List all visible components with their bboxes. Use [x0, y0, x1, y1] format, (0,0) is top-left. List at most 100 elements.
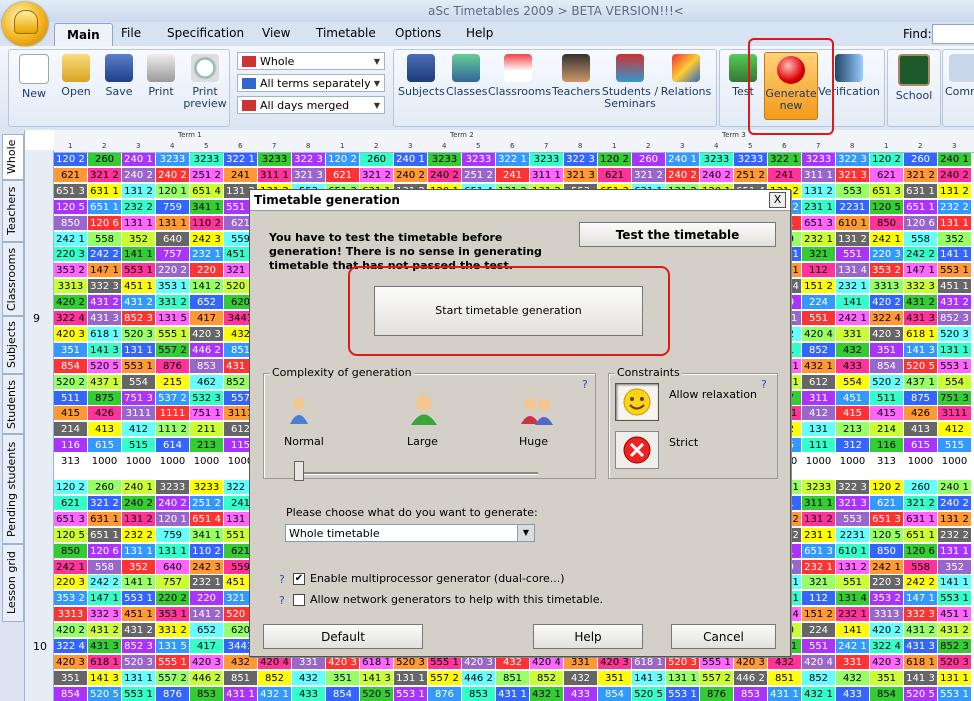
timetable-cell[interactable]: 322 4	[54, 639, 88, 654]
timetable-cell[interactable]: 1000 1	[88, 454, 122, 470]
timetable-cell[interactable]: 321 3	[836, 167, 870, 183]
timetable-cell[interactable]: 553	[836, 183, 870, 199]
timetable-cell[interactable]: 352	[938, 559, 972, 575]
timetable-cell[interactable]: 131 2	[938, 511, 972, 527]
timetable-cell[interactable]: 433	[836, 686, 870, 701]
find-input[interactable]	[932, 24, 974, 44]
timetable-cell[interactable]: 431 1	[496, 686, 530, 701]
timetable-cell[interactable]: 232 1	[836, 607, 870, 623]
timetable-cell[interactable]: 232 1	[802, 231, 836, 247]
tab-specification[interactable]: Specification	[167, 26, 244, 40]
timetable-cell[interactable]: 515	[938, 438, 972, 454]
timetable-cell[interactable]: 554	[836, 374, 870, 390]
timetable-cell[interactable]: 3233 2	[190, 152, 224, 167]
timetable-cell[interactable]: 240 1	[666, 152, 700, 167]
timetable-cell[interactable]: 651 4	[190, 511, 224, 527]
tab-main[interactable]: Main	[54, 23, 113, 46]
timetable-cell[interactable]: 553 1	[666, 686, 700, 701]
timetable-cell[interactable]: 558	[904, 559, 938, 575]
timetable-cell[interactable]: 520 2	[54, 374, 88, 390]
timetable-cell[interactable]: 854	[598, 686, 632, 701]
test-timetable-button[interactable]: Test the timetable	[579, 222, 776, 247]
timetable-cell[interactable]: 551	[802, 639, 836, 654]
timetable-cell[interactable]: 353 2	[870, 591, 904, 607]
timetable-cell[interactable]: 612	[802, 374, 836, 390]
timetable-cell[interactable]: 131 1	[122, 215, 156, 231]
timetable-cell[interactable]: 520 3	[394, 654, 428, 670]
timetable-cell[interactable]: 420 3	[54, 326, 88, 342]
subjects-button[interactable]: Subjects	[398, 54, 445, 98]
timetable-cell[interactable]: 352	[938, 231, 972, 247]
timetable-cell[interactable]: 131 5	[156, 311, 190, 326]
timetable-cell[interactable]: 876	[700, 686, 734, 701]
timetable-cell[interactable]: 851	[224, 670, 258, 686]
timetable-cell[interactable]: 432 1	[530, 686, 564, 701]
timetable-cell[interactable]: 520 2	[870, 374, 904, 390]
timetable-cell[interactable]: 260	[88, 480, 122, 495]
timetable-cell[interactable]: 116	[54, 438, 88, 454]
classes-button[interactable]: Classes	[446, 54, 487, 98]
timetable-cell[interactable]: 240 2	[428, 167, 462, 183]
timetable-cell[interactable]: 131 1	[394, 670, 428, 686]
timetable-cell[interactable]: 321 2	[88, 495, 122, 511]
timetable-cell[interactable]: 558	[88, 559, 122, 575]
timetable-cell[interactable]: 131	[802, 422, 836, 438]
timetable-cell[interactable]: 141 1	[938, 247, 972, 263]
timetable-cell[interactable]: 120 1	[156, 511, 190, 527]
timetable-cell[interactable]: 3233 1	[700, 152, 734, 167]
timetable-cell[interactable]: 618 1	[88, 326, 122, 342]
timetable-cell[interactable]: 412	[938, 422, 972, 438]
timetable-cell[interactable]: 621	[326, 167, 360, 183]
timetable-cell[interactable]: 3233 2	[258, 152, 292, 167]
timetable-cell[interactable]: 553 1	[938, 686, 972, 701]
timetable-cell[interactable]: 353 1	[156, 607, 190, 623]
timetable-cell[interactable]: 1000 6	[802, 454, 836, 470]
timetable-cell[interactable]: 232 2	[122, 199, 156, 215]
timetable-cell[interactable]: 242 1	[54, 559, 88, 575]
timetable-cell[interactable]: 751 1	[190, 406, 224, 422]
timetable-cell[interactable]: 852 3	[938, 639, 972, 654]
timetable-cell[interactable]: 555 1	[156, 654, 190, 670]
timetable-cell[interactable]: 520 5	[904, 358, 938, 374]
timetable-cell[interactable]: 420 3	[870, 654, 904, 670]
timetable-cell[interactable]: 131 1	[156, 215, 190, 231]
timetable-cell[interactable]: 1000	[836, 454, 870, 470]
timetable-cell[interactable]: 431 3	[88, 311, 122, 326]
timetable-cell[interactable]: 420 3	[870, 326, 904, 342]
timetable-cell[interactable]: 321 2	[360, 167, 394, 183]
network-help-icon[interactable]: ?	[279, 594, 285, 607]
timetable-cell[interactable]: 131 1	[938, 543, 972, 559]
timetable-cell[interactable]: 141 2	[190, 607, 224, 623]
timetable-cell[interactable]: 553	[836, 511, 870, 527]
timetable-cell[interactable]: 553 1	[122, 263, 156, 279]
timetable-cell[interactable]: 220 3	[870, 575, 904, 591]
timetable-cell[interactable]: 242 1	[54, 231, 88, 247]
timetable-cell[interactable]: 854	[54, 358, 88, 374]
timetable-cell[interactable]: 131 2	[122, 183, 156, 199]
timetable-cell[interactable]: 141 3	[904, 342, 938, 358]
timetable-cell[interactable]: 3111 3	[122, 406, 156, 422]
timetable-cell[interactable]: 313	[870, 454, 904, 470]
timetable-cell[interactable]: 520 5	[632, 686, 666, 701]
timetable-cell[interactable]: 520 5	[904, 686, 938, 701]
timetable-cell[interactable]: 432	[768, 654, 802, 670]
timetable-cell[interactable]: 557 2	[156, 670, 190, 686]
complexity-slider-track[interactable]	[298, 472, 538, 475]
timetable-cell[interactable]: 426	[904, 406, 938, 422]
timetable-cell[interactable]: 876	[156, 686, 190, 701]
timetable-cell[interactable]: 651 1	[88, 199, 122, 215]
relations-button[interactable]: Relations	[660, 54, 712, 98]
timetable-cell[interactable]: 331 2	[156, 623, 190, 639]
timetable-cell[interactable]: 141 3	[88, 342, 122, 358]
timetable-cell[interactable]: 3313	[54, 607, 88, 623]
timetable-cell[interactable]: 351	[54, 670, 88, 686]
timetable-cell[interactable]: 515	[122, 438, 156, 454]
classrooms-button[interactable]: Classrooms	[488, 54, 551, 98]
timetable-cell[interactable]: 232 2	[938, 527, 972, 543]
timetable-cell[interactable]: 251 2	[190, 495, 224, 511]
timetable-cell[interactable]: 651 4	[190, 183, 224, 199]
allow-relaxation-button[interactable]	[615, 383, 659, 421]
timetable-cell[interactable]: 131 1	[122, 543, 156, 559]
timetable-cell[interactable]: 618 1	[904, 326, 938, 342]
timetable-cell[interactable]: 532 3	[190, 390, 224, 406]
